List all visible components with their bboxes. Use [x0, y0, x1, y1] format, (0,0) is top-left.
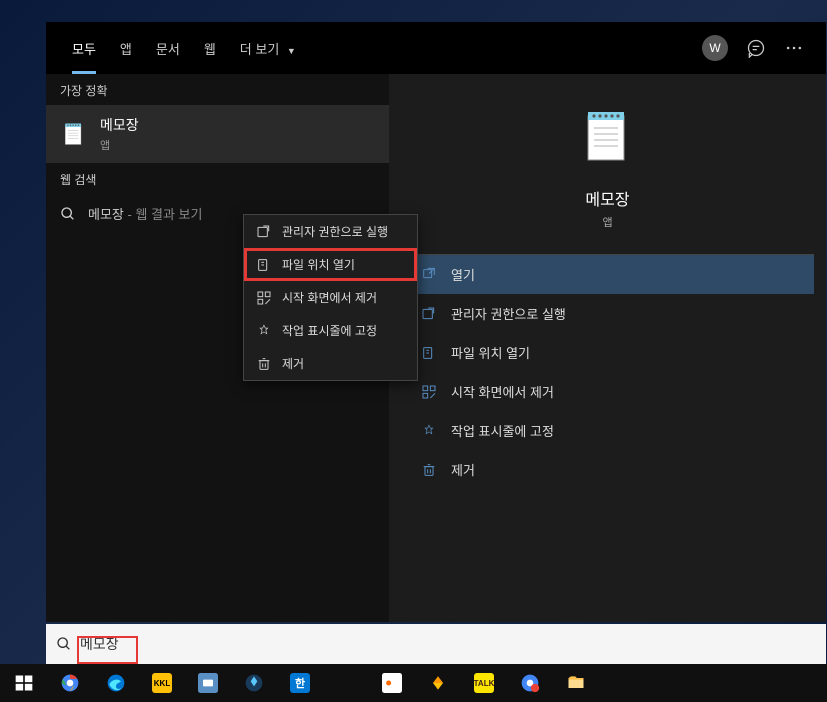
- web-query-text: 메모장: [88, 207, 124, 222]
- app-icon: [336, 673, 356, 693]
- folder-location-icon: [256, 257, 272, 273]
- action-uninstall[interactable]: 제거: [401, 450, 814, 489]
- action-pin-taskbar[interactable]: 작업 표시줄에 고정: [401, 411, 814, 450]
- action-run-admin-label: 관리자 권한으로 실행: [451, 304, 566, 323]
- start-button[interactable]: [2, 665, 46, 701]
- admin-icon: [421, 306, 437, 322]
- admin-icon: [256, 224, 272, 240]
- taskbar-app-1[interactable]: KKL: [140, 665, 184, 701]
- preview-sub: 앱: [602, 214, 612, 230]
- context-run-admin-label: 관리자 권한으로 실행: [282, 223, 388, 240]
- context-unpin-start-label: 시작 화면에서 제거: [282, 289, 377, 306]
- taskbar-app-6[interactable]: [370, 665, 414, 701]
- notepad-icon: [60, 120, 88, 148]
- chrome-icon: [520, 673, 540, 693]
- taskbar-chrome[interactable]: [48, 665, 92, 701]
- context-unpin-start[interactable]: 시작 화면에서 제거: [244, 281, 417, 314]
- taskbar-app-2[interactable]: [186, 665, 230, 701]
- result-title: 메모장: [100, 115, 139, 135]
- app-icon: 한: [290, 673, 310, 693]
- context-run-admin[interactable]: 관리자 권한으로 실행: [244, 215, 417, 248]
- edge-icon: [106, 673, 126, 693]
- taskbar-edge[interactable]: [94, 665, 138, 701]
- tab-bar: 모두 앱 문서 웹 더 보기 ▼ W: [46, 22, 826, 74]
- unpin-start-icon: [256, 290, 272, 306]
- section-web-search: 웹 검색: [46, 163, 389, 194]
- preview-panel: 메모장 앱 열기 관리자 권한으로 실행 파일 위치 열기 시작: [389, 74, 826, 622]
- action-run-admin[interactable]: 관리자 권한으로 실행: [401, 294, 814, 333]
- context-open-location[interactable]: 파일 위치 열기: [244, 248, 417, 281]
- unpin-start-icon: [421, 384, 437, 400]
- app-icon: [198, 673, 218, 693]
- content-area: 가장 정확 메모장 앱 웹 검색 메모장 - 웹 결과 보기: [46, 74, 826, 622]
- tab-web[interactable]: 웹: [192, 25, 228, 72]
- results-panel: 가장 정확 메모장 앱 웹 검색 메모장 - 웹 결과 보기: [46, 74, 389, 622]
- context-pin-taskbar[interactable]: 작업 표시줄에 고정: [244, 314, 417, 347]
- folder-icon: [566, 673, 586, 693]
- user-avatar[interactable]: W: [702, 35, 728, 61]
- kakao-icon: TALK: [474, 673, 494, 693]
- tab-documents[interactable]: 문서: [144, 25, 192, 72]
- search-panel: 모두 앱 문서 웹 더 보기 ▼ W 가장 정확: [46, 22, 826, 622]
- feedback-icon[interactable]: [746, 38, 766, 58]
- action-uninstall-label: 제거: [451, 460, 475, 479]
- action-open[interactable]: 열기: [401, 255, 814, 294]
- context-menu: 관리자 권한으로 실행 파일 위치 열기 시작 화면에서 제거 작업 표시줄에 …: [243, 214, 418, 381]
- taskbar-app-4[interactable]: 한: [278, 665, 322, 701]
- context-uninstall-label: 제거: [282, 355, 304, 372]
- action-unpin-start[interactable]: 시작 화면에서 제거: [401, 372, 814, 411]
- app-icon: [382, 673, 402, 693]
- app-icon: [244, 673, 264, 693]
- more-options-icon[interactable]: [784, 38, 804, 58]
- folder-location-icon: [421, 345, 437, 361]
- search-icon: [60, 206, 76, 222]
- search-input[interactable]: [80, 636, 816, 652]
- taskbar-explorer[interactable]: [554, 665, 598, 701]
- taskbar-app-5[interactable]: [324, 665, 368, 701]
- tab-more[interactable]: 더 보기 ▼: [228, 25, 308, 72]
- taskbar-kakaotalk[interactable]: TALK: [462, 665, 506, 701]
- action-pin-taskbar-label: 작업 표시줄에 고정: [451, 421, 554, 440]
- search-bar: [46, 624, 826, 664]
- section-best-match: 가장 정확: [46, 74, 389, 105]
- pin-icon: [256, 323, 272, 339]
- action-unpin-start-label: 시작 화면에서 제거: [451, 382, 554, 401]
- result-sub: 앱: [100, 137, 139, 153]
- tab-more-label: 더 보기: [240, 42, 280, 57]
- action-open-label: 열기: [451, 265, 475, 284]
- action-list: 열기 관리자 권한으로 실행 파일 위치 열기 시작 화면에서 제거 작업 표시…: [401, 255, 814, 489]
- pin-icon: [421, 423, 437, 439]
- trash-icon: [421, 462, 437, 478]
- search-icon: [56, 636, 72, 652]
- preview-title: 메모장: [585, 186, 629, 210]
- taskbar-app-3[interactable]: [232, 665, 276, 701]
- action-open-location-label: 파일 위치 열기: [451, 343, 530, 362]
- trash-icon: [256, 356, 272, 372]
- tab-apps[interactable]: 앱: [108, 25, 144, 72]
- app-icon: [428, 673, 448, 693]
- action-open-location[interactable]: 파일 위치 열기: [401, 333, 814, 372]
- context-open-location-label: 파일 위치 열기: [282, 256, 355, 273]
- context-uninstall[interactable]: 제거: [244, 347, 417, 380]
- result-notepad[interactable]: 메모장 앱: [46, 105, 389, 163]
- app-icon: KKL: [152, 673, 172, 693]
- open-icon: [421, 267, 437, 283]
- tab-all[interactable]: 모두: [60, 25, 108, 72]
- chrome-icon: [60, 673, 80, 693]
- taskbar-app-7[interactable]: [416, 665, 460, 701]
- context-pin-taskbar-label: 작업 표시줄에 고정: [282, 322, 377, 339]
- web-query-suffix: - 웹 결과 보기: [124, 207, 203, 222]
- taskbar-chrome-2[interactable]: [508, 665, 552, 701]
- windows-icon: [14, 673, 34, 693]
- taskbar: KKL 한 TALK: [0, 664, 827, 702]
- notepad-icon-large: [576, 104, 640, 168]
- chevron-down-icon: ▼: [287, 46, 296, 56]
